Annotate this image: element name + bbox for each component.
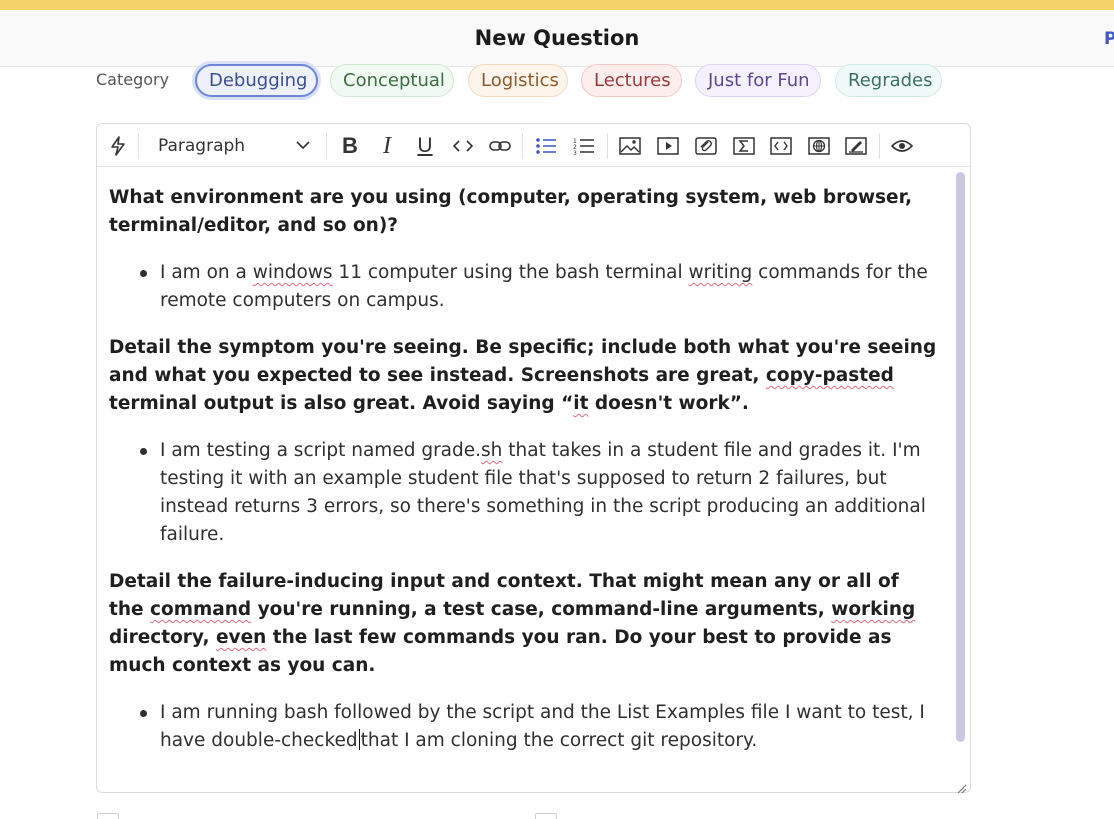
math-icon[interactable] — [731, 133, 757, 159]
answer-3-list: I am running bash followed by the script… — [109, 699, 939, 755]
editor-toolbar: Paragraph B I U 123 — [97, 124, 970, 167]
toolbar-divider — [138, 133, 139, 159]
text-run: I am on a — [160, 262, 253, 283]
toolbar-divider — [607, 133, 608, 159]
italic-icon[interactable]: I — [374, 133, 400, 159]
bullet-list-icon[interactable] — [533, 133, 559, 159]
text-run: doesn't work”. — [588, 393, 749, 414]
numbered-list-icon[interactable]: 123 — [571, 133, 597, 159]
page-header: New Question P — [0, 10, 1114, 67]
toolbar-divider — [522, 133, 523, 159]
lightning-icon[interactable] — [107, 133, 129, 159]
misspelled-word: even — [216, 627, 267, 648]
drawing-icon[interactable] — [843, 133, 869, 159]
category-pill-conceptual[interactable]: Conceptual — [330, 64, 454, 97]
answer-1-list: I am on a windows 11 computer using the … — [109, 259, 939, 315]
editor-scrollbar[interactable] — [956, 172, 965, 742]
misspelled-word: command — [150, 599, 252, 620]
category-pill-logistics[interactable]: Logistics — [468, 64, 568, 97]
toolbar-divider — [879, 133, 880, 159]
text-run: that I am cloning the correct git reposi… — [360, 730, 758, 751]
toolbar-divider — [326, 133, 327, 159]
answer-2-list: I am testing a script named grade.sh tha… — [109, 437, 939, 549]
code-icon[interactable] — [450, 133, 476, 159]
answer-1-bullet: I am on a windows 11 computer using the … — [109, 259, 939, 315]
answer-2-bullet: I am testing a script named grade.sh tha… — [109, 437, 939, 549]
question-1-heading: What environment are you using (computer… — [109, 187, 913, 236]
category-pill-just-for-fun[interactable]: Just for Fun — [695, 64, 821, 97]
bold-icon[interactable]: B — [337, 133, 363, 159]
top-banner-stripe — [0, 0, 1114, 10]
text-run: you're running, a test case, command-lin… — [251, 599, 832, 620]
video-icon[interactable] — [655, 133, 681, 159]
category-pill-debugging[interactable]: Debugging — [195, 64, 318, 97]
page-title: New Question — [474, 26, 640, 50]
link-icon[interactable] — [487, 133, 513, 159]
misspelled-word: working — [831, 599, 916, 620]
text-cursor — [358, 729, 360, 750]
misspelled-word: sh — [481, 440, 503, 461]
text-run: 11 computer using the bash terminal — [332, 262, 689, 283]
misspelled-word: copy-pasted — [765, 365, 894, 386]
rich-text-editor[interactable]: Paragraph B I U 123 What environment are… — [96, 123, 971, 794]
question-3-heading: Detail the failure-inducing input and co… — [109, 568, 939, 680]
checkbox-partial[interactable] — [535, 813, 557, 819]
question-2-heading: Detail the symptom you're seeing. Be spe… — [109, 334, 939, 418]
header-edge-button-label[interactable]: P — [1104, 29, 1114, 49]
resize-handle-icon[interactable] — [956, 779, 967, 794]
image-icon[interactable] — [617, 133, 643, 159]
chevron-down-icon — [295, 135, 311, 163]
checkbox-partial[interactable] — [97, 813, 119, 819]
category-pill-regrades[interactable]: Regrades — [835, 64, 942, 97]
text-run: directory, — [109, 627, 216, 648]
text-run: I am testing a script named grade. — [160, 440, 482, 461]
underline-icon[interactable]: U — [412, 133, 438, 159]
block-style-value: Paragraph — [158, 136, 246, 156]
svg-text:3: 3 — [573, 150, 577, 155]
code-block-icon[interactable] — [768, 133, 794, 159]
preview-eye-icon[interactable] — [889, 133, 915, 159]
misspelled-word: windows — [252, 262, 333, 283]
category-pill-lectures[interactable]: Lectures — [581, 64, 682, 97]
web-embed-icon[interactable] — [806, 133, 832, 159]
answer-3-bullet: I am running bash followed by the script… — [109, 699, 939, 755]
editor-content[interactable]: What environment are you using (computer… — [109, 184, 939, 774]
block-style-select[interactable]: Paragraph — [149, 133, 317, 159]
attachment-icon[interactable] — [693, 133, 719, 159]
text-run: terminal output is also great. Avoid say… — [109, 393, 574, 414]
category-label: Category — [96, 70, 170, 89]
misspelled-word: it — [573, 393, 589, 414]
misspelled-word: writing — [688, 262, 753, 283]
